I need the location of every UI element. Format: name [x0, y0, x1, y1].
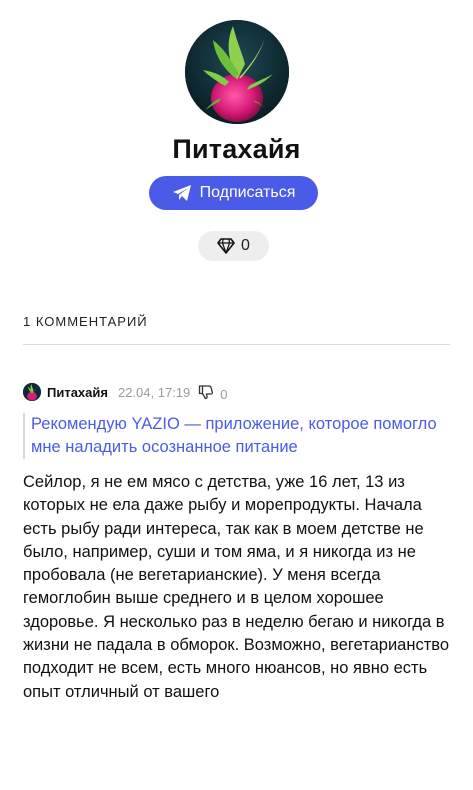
diamond-icon [217, 238, 235, 254]
comment-date: 22.04, 17:19 [117, 384, 191, 400]
comments-count: 1 КОММЕНТАРИЙ [23, 314, 148, 329]
comment-author-avatar[interactable] [23, 383, 41, 401]
karma-value: 0 [241, 237, 250, 254]
comment-header: Питахайя 22.04, 17:19 0 [23, 382, 228, 402]
subscribe-button[interactable]: Подписаться [149, 176, 318, 210]
profile-avatar[interactable] [185, 20, 289, 124]
comment-text: Сейлор, я не ем мясо с детства, уже 16 л… [23, 473, 450, 701]
dragon-fruit-image [23, 383, 41, 401]
thumbs-down-icon [199, 385, 214, 400]
karma-badge[interactable]: 0 [198, 231, 269, 261]
comment-author[interactable]: Питахайя [47, 385, 108, 400]
comment-quote-link[interactable]: Рекомендую YAZIO — приложение, которое п… [23, 413, 451, 459]
dislike-button[interactable] [198, 384, 214, 400]
divider [23, 344, 450, 345]
telegram-paper-plane-icon [172, 185, 191, 201]
subscribe-button-label: Подписаться [199, 184, 296, 201]
comment-votes: 0 [220, 386, 228, 402]
profile-name: Питахайя [172, 134, 301, 164]
dragon-fruit-image [185, 20, 289, 124]
